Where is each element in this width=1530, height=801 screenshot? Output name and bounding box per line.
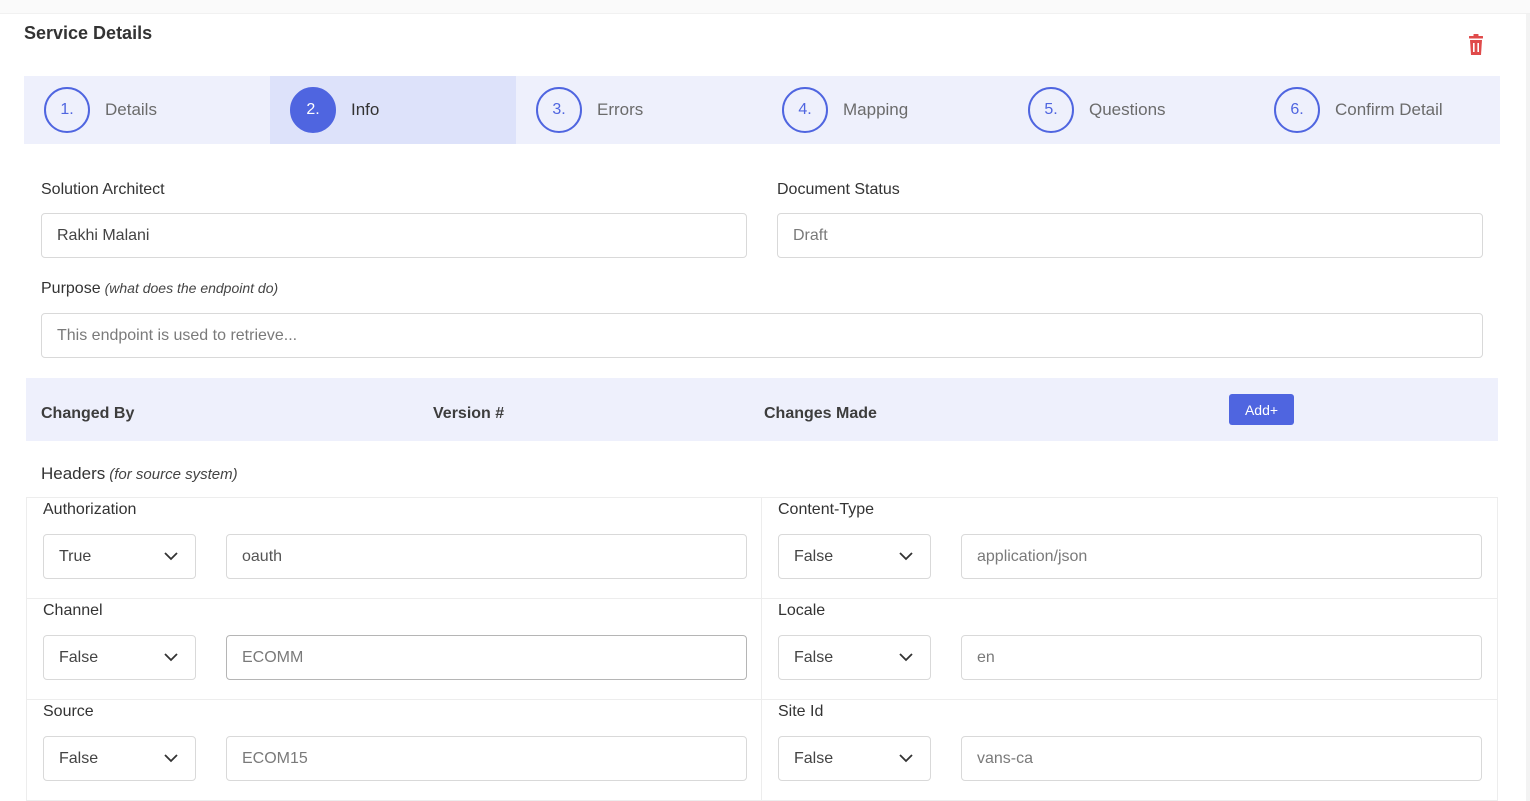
step-label: Info (351, 100, 380, 119)
chevron-down-icon (899, 552, 913, 561)
document-status-label: Document Status (777, 181, 900, 198)
purpose-hint: (what does the endpoint do) (104, 280, 279, 296)
header-value-input[interactable]: ECOM15 (226, 736, 747, 781)
step-label: Confirm Detail (1335, 100, 1443, 119)
header-name: Content-Type (778, 501, 875, 518)
headers-hint: (for source system) (109, 466, 238, 483)
step-number: 5. (1028, 87, 1074, 133)
step-confirm-detail[interactable]: 6. Confirm Detail (1254, 76, 1500, 144)
column-changed-by: Changed By (41, 405, 135, 422)
page-title: Service Details (24, 23, 153, 43)
header-row-source: Source False ECOM15 (26, 700, 762, 801)
header-required-select[interactable]: False (43, 635, 196, 680)
trash-icon[interactable] (1466, 34, 1486, 56)
chevron-down-icon (899, 754, 913, 763)
column-version: Version # (433, 405, 505, 422)
page-scrollbar[interactable] (1526, 14, 1530, 801)
step-label: Mapping (843, 100, 909, 119)
headers-title-text: Headers (41, 464, 106, 483)
select-value: True (59, 547, 92, 565)
step-questions[interactable]: 5. Questions (1008, 76, 1254, 144)
step-details[interactable]: 1. Details (24, 76, 270, 144)
header-row-locale: Locale False en (762, 599, 1498, 700)
top-strip (0, 0, 1530, 14)
step-info[interactable]: 2. Info (270, 76, 516, 144)
header-row-channel: Channel False ECOMM (26, 599, 762, 700)
header-value-input[interactable]: ECOMM (226, 635, 747, 680)
headers-grid: Authorization True oauth Content-Type Fa… (26, 497, 1498, 801)
header-value-input[interactable]: oauth (226, 534, 747, 579)
step-number: 6. (1274, 87, 1320, 133)
select-value: False (794, 547, 834, 565)
purpose-label-text: Purpose (41, 280, 101, 297)
purpose-label: Purpose (what does the endpoint do) (41, 280, 278, 298)
header-name: Channel (43, 602, 103, 619)
purpose-input[interactable]: This endpoint is used to retrieve... (41, 313, 1483, 358)
step-label: Errors (597, 100, 644, 119)
step-errors[interactable]: 3. Errors (516, 76, 762, 144)
chevron-down-icon (164, 552, 178, 561)
select-value: False (794, 749, 834, 767)
chevron-down-icon (164, 754, 178, 763)
header-name: Site Id (778, 703, 824, 720)
header-value-input[interactable]: vans-ca (961, 736, 1482, 781)
solution-architect-input[interactable]: Rakhi Malani (41, 213, 747, 258)
header-name: Source (43, 703, 94, 720)
step-number: 1. (44, 87, 90, 133)
select-value: False (59, 648, 99, 666)
header-required-select[interactable]: False (43, 736, 196, 781)
header-name: Locale (778, 602, 826, 619)
step-number: 2. (290, 87, 336, 133)
add-change-button[interactable]: Add+ (1229, 394, 1294, 425)
header-required-select[interactable]: False (778, 736, 931, 781)
step-number: 4. (782, 87, 828, 133)
header-value-input[interactable]: en (961, 635, 1482, 680)
header-required-select[interactable]: False (778, 534, 931, 579)
step-number: 3. (536, 87, 582, 133)
select-value: False (794, 648, 834, 666)
document-status-input[interactable]: Draft (777, 213, 1483, 258)
header-value-input[interactable]: application/json (961, 534, 1482, 579)
chevron-down-icon (164, 653, 178, 662)
step-label: Details (105, 100, 157, 119)
step-label: Questions (1089, 100, 1166, 119)
solution-architect-label: Solution Architect (41, 181, 165, 198)
header-required-select[interactable]: False (778, 635, 931, 680)
step-mapping[interactable]: 4. Mapping (762, 76, 1008, 144)
header-row-content-type: Content-Type False application/json (762, 498, 1498, 599)
column-changes-made: Changes Made (764, 405, 877, 422)
chevron-down-icon (899, 653, 913, 662)
headers-title: Headers (for source system) (41, 464, 238, 484)
stepper: 1. Details 2. Info 3. Errors 4. Mapping … (24, 76, 1500, 144)
header-required-select[interactable]: True (43, 534, 196, 579)
header-row-site-id: Site Id False vans-ca (762, 700, 1498, 801)
header-row-authorization: Authorization True oauth (26, 498, 762, 599)
changes-table-header: Changed By Version # Changes Made Add+ (26, 378, 1498, 441)
select-value: False (59, 749, 99, 767)
header-name: Authorization (43, 501, 137, 518)
